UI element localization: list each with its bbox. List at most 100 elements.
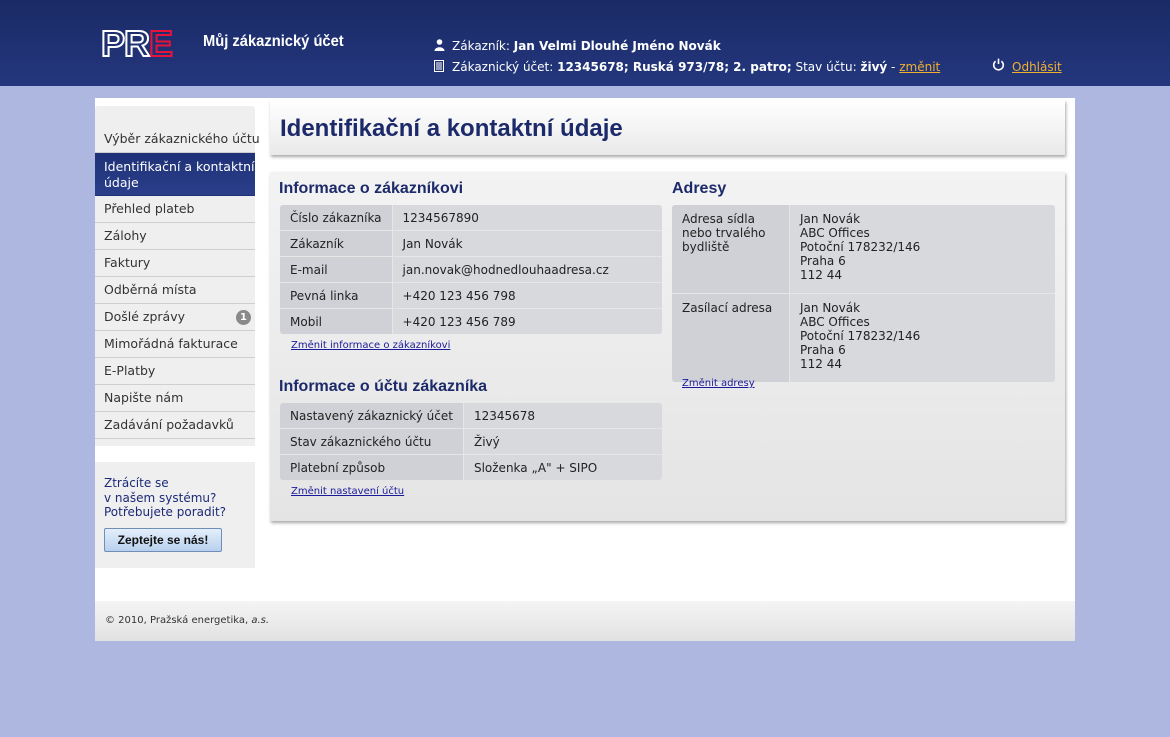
row-label: Zasílací adresa [672,293,790,382]
customer-info-table: Číslo zákazníka 1234567890 Zákazník Jan No… [280,205,662,334]
table-row: Stav zákaznického účtu Živý [280,428,662,455]
address-line: Potoční 178232/146 [800,329,921,343]
footer: © 2010, Pražská energetika, a.s. [95,601,1075,641]
help-line: Ztrácíte se [104,476,169,490]
row-value: jan.novak@hodnedlouhaadresa.cz [392,256,662,283]
customer-label: Zákazník: [452,39,510,53]
sidebar-item-label: Přehled plateb [104,201,195,216]
address-line: ABC Offices [800,226,870,240]
sidebar-item-account-select[interactable]: Výběr zákaznického účtu [95,126,260,153]
help-box: Ztrácíte se v našem systému? Potřebujete… [95,462,255,568]
table-row: Zasílací adresa Jan Novák ABC Offices Po… [672,293,1055,382]
help-text: Ztrácíte se v našem systému? Potřebujete… [104,476,226,520]
sidebar-item-label: Zálohy [104,228,147,243]
account-info-table: Nastavený zákaznický účet 12345678 Stav z… [280,403,662,480]
table-row: E-mail jan.novak@hodnedlouhaadresa.cz [280,256,662,283]
address-line: Potoční 178232/146 [800,240,921,254]
logout-link[interactable]: Odhlásit [1012,60,1062,74]
app-title: Můj zákaznický účet [203,33,344,50]
address-line: Praha 6 [800,343,846,357]
table-row: Pevná linka +420 123 456 798 [280,282,662,309]
sidebar-item-write-us[interactable]: Napište nám [95,385,255,412]
ask-us-button[interactable]: Zeptejte se nás! [104,528,222,552]
sidebar-item-label: Došlé zprávy [104,309,186,324]
table-row: Mobil +420 123 456 789 [280,308,662,334]
sidebar-item-messages[interactable]: Došlé zprávy 1 [95,304,255,331]
logout[interactable]: Odhlásit [992,58,1062,74]
status-separator: - [891,60,896,74]
help-line: v našem systému? [104,490,217,505]
row-label: Číslo zákazníka [280,205,393,231]
table-row: Adresa sídla nebo trvalého bydliště Jan … [672,205,1055,294]
status-value: živý [860,60,888,74]
row-value: 1234567890 [392,205,662,231]
sidebar-item-label: Odběrná místa [104,282,197,297]
row-value: +420 123 456 789 [392,308,662,334]
row-value: Složenka „A" + SIPO [463,454,662,480]
sidebar-item-label: Faktury [104,255,151,270]
sidebar-item-label: E-Platby [104,363,156,378]
content-box: Informace o zákazníkovi Číslo zákazníka 1… [270,172,1065,521]
person-icon [434,39,446,54]
customer-name: Jan Velmi Dlouhé Jméno Novák [513,39,721,53]
unread-count-badge: 1 [236,310,251,325]
sidebar-item-label: Napište nám [104,390,184,405]
page-title-bar: Identifikační a kontaktní údaje [270,100,1065,155]
sidebar-item-label: Výběr zákaznického účtu [104,131,260,146]
sidebar-item-label: Zadávání požadavků [104,417,234,432]
sidebar-item-deposits[interactable]: Zálohy [95,223,255,250]
sidebar-item-invoices[interactable]: Faktury [95,250,255,277]
row-label: Stav zákaznického účtu [280,428,464,455]
row-label: Adresa sídla nebo trvalého bydliště [672,205,790,294]
sidebar-item-consumption-points[interactable]: Odběrná místa [95,277,255,304]
header: PRE Můj zákaznický účet Zákazník: Jan Ve… [0,0,1170,86]
row-label: Nastavený zákaznický účet [280,403,464,429]
sidebar-item-requests[interactable]: Zadávání požadavků [95,412,255,439]
row-value: 12345678 [463,403,662,429]
row-label: Zákazník [280,230,393,257]
sidebar-item-identification[interactable]: Identifikační a kontaktní údaje [95,153,255,196]
status-label: Stav účtu: [795,60,857,74]
address-line: ABC Offices [800,315,870,329]
logo-accent: E [148,23,174,64]
account-label: Zákaznický účet: [452,60,554,74]
account-info-title: Informace o účtu zákazníka [279,378,488,395]
change-account-link[interactable]: změnit [899,60,940,74]
table-row: Zákazník Jan Novák [280,230,662,257]
power-icon [992,58,1005,74]
row-value: Jan Novák [392,230,662,257]
page-title: Identifikační a kontaktní údaje [280,115,623,142]
pre-logo[interactable]: PRE [100,23,174,64]
sidebar-list: Výběr zákaznického účtu Identifikační a … [95,126,260,439]
edit-account-settings-link[interactable]: Změnit nastavení účtu [291,486,404,497]
edit-addresses-link[interactable]: Změnit adresy [682,378,755,389]
table-row: Platební způsob Složenka „A" + SIPO [280,454,662,480]
address-line: Praha 6 [800,254,846,268]
table-row: Nastavený zákaznický účet 12345678 [280,403,662,429]
sidebar-item-extra-billing[interactable]: Mimořádná fakturace [95,331,255,358]
address-value: Jan Novák ABC Offices Potoční 178232/146… [789,293,1055,382]
addresses-title: Adresy [672,180,727,197]
account-line: Zákaznický účet: 12345678; Ruská 973/78;… [434,60,940,75]
row-value: +420 123 456 798 [392,282,662,309]
edit-customer-info-link[interactable]: Změnit informace o zákazníkovi [291,340,450,351]
row-value: Živý [463,428,662,455]
account-value: 12345678; Ruská 973/78; 2. patro; [557,60,792,74]
sidebar-nav: Výběr zákaznického účtu Identifikační a … [95,106,260,446]
copyright: © 2010, Pražská energetika, a.s. [105,615,269,626]
table-row: Číslo zákazníka 1234567890 [280,205,662,231]
address-line: Jan Novák [800,212,861,226]
row-label: E-mail [280,256,393,283]
copyright-text: © 2010, Pražská energetika, [105,615,249,626]
logo-main: PR [100,23,151,64]
addresses-table: Adresa sídla nebo trvalého bydliště Jan … [672,205,1055,382]
row-label: Pevná linka [280,282,393,309]
sidebar-item-payments[interactable]: Přehled plateb [95,196,255,223]
sidebar-item-label: Mimořádná fakturace [104,336,238,351]
sidebar-item-e-payments[interactable]: E-Platby [95,358,255,385]
row-label: Platební způsob [280,454,464,480]
document-icon [434,60,446,75]
address-line: 112 44 [800,357,842,371]
row-label: Mobil [280,308,393,334]
customer-info-title: Informace o zákazníkovi [279,180,464,197]
